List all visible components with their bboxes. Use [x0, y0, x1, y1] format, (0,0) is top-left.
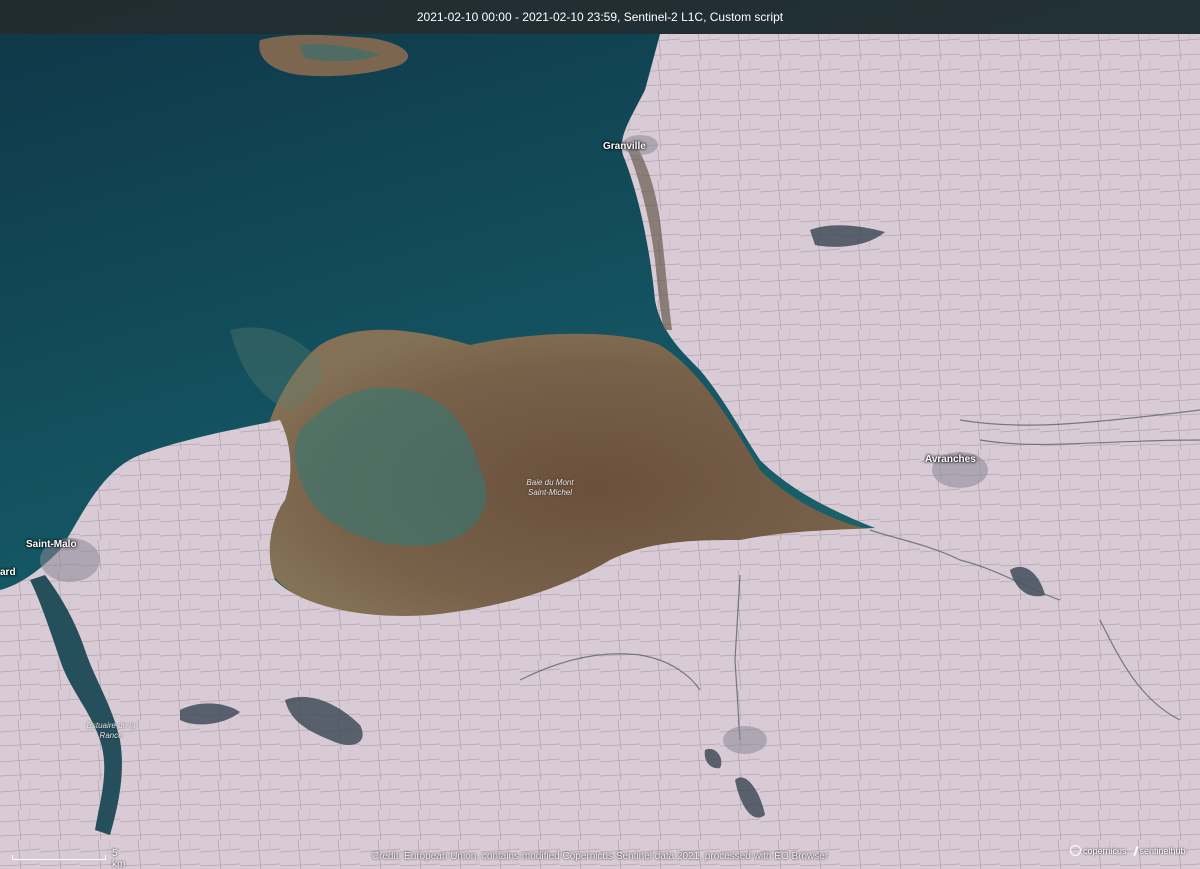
- sentinelhub-logo-text: sentinelhub: [1139, 845, 1186, 856]
- satellite-map[interactable]: 2021-02-10 00:00 - 2021-02-10 23:59, Sen…: [0, 0, 1200, 869]
- map-imagery: [0, 0, 1200, 869]
- label-dinard-fragment: ard: [0, 567, 16, 578]
- acquisition-info: 2021-02-10 00:00 - 2021-02-10 23:59, Sen…: [416, 10, 784, 24]
- rance-label-line1: Estuaire de la: [86, 721, 136, 730]
- bay-label-line2: Saint-Michel: [527, 488, 572, 497]
- rance-label-line2: Rance: [99, 731, 123, 740]
- copernicus-logo-icon: [1070, 845, 1081, 857]
- provider-logos: copernicus sentinelhub: [1070, 845, 1186, 857]
- label-estuaire-rance: Estuaire de la Rance: [66, 721, 156, 741]
- label-saint-malo: Saint-Malo: [26, 539, 77, 550]
- label-avranches: Avranches: [925, 454, 976, 465]
- map-info-bar: 2021-02-10 00:00 - 2021-02-10 23:59, Sen…: [0, 0, 1200, 34]
- attribution-credit: Credit: European Union, contains modifie…: [371, 851, 829, 862]
- copernicus-logo-text: copernicus: [1083, 845, 1127, 856]
- sentinelhub-logo-icon: [1132, 845, 1139, 856]
- label-granville: Granville: [603, 141, 646, 152]
- bay-label-line1: Baie du Mont: [526, 478, 574, 487]
- label-baie-mont-saint-michel: Baie du Mont Saint-Michel: [510, 478, 590, 498]
